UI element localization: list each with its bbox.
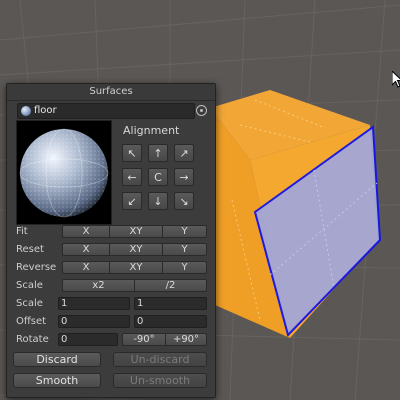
panel-title[interactable]: Surfaces (7, 84, 215, 101)
reset-xy-button[interactable]: XY (109, 243, 163, 256)
discard-button[interactable]: Discard (13, 352, 101, 367)
reset-y-button[interactable]: Y (162, 243, 207, 256)
align-bottom-button[interactable]: ↓ (148, 192, 168, 210)
fit-label: Fit (16, 226, 28, 237)
offset-label: Offset (16, 316, 47, 327)
surfaces-panel: Surfaces floor Alignment ↖ ↑ ↗ ← C → ↙ ↓… (6, 83, 216, 398)
scale-double-button[interactable]: x2 (62, 279, 135, 292)
reverse-y-button[interactable]: Y (162, 261, 207, 274)
mouse-cursor-icon (392, 71, 400, 88)
scale-half-button[interactable]: /2 (134, 279, 207, 292)
offset-x-field[interactable]: 0 (58, 315, 130, 328)
align-top-right-button[interactable]: ↗ (174, 144, 194, 162)
smooth-button[interactable]: Smooth (13, 373, 101, 388)
reverse-x-button[interactable]: X (62, 261, 110, 274)
align-left-button[interactable]: ← (122, 168, 142, 186)
scale-buttons-label: Scale (16, 280, 43, 291)
rotate-label: Rotate (16, 334, 49, 345)
fit-x-button[interactable]: X (62, 225, 110, 238)
scale-x-field[interactable]: 1 (58, 297, 130, 310)
reset-label: Reset (16, 244, 44, 255)
align-bottom-right-button[interactable]: ↘ (174, 192, 194, 210)
material-name: floor (34, 105, 57, 116)
reset-x-button[interactable]: X (62, 243, 110, 256)
material-preview (16, 120, 112, 225)
offset-y-field[interactable]: 0 (134, 315, 207, 328)
rotate-minus-90-button[interactable]: -90° (122, 333, 166, 346)
rotate-field[interactable]: 0 (58, 333, 118, 346)
align-top-left-button[interactable]: ↖ (122, 144, 142, 162)
reverse-xy-button[interactable]: XY (109, 261, 163, 274)
scale-y-field[interactable]: 1 (134, 297, 207, 310)
material-field[interactable]: floor (17, 103, 195, 119)
alignment-label: Alignment (123, 124, 180, 137)
reverse-label: Reverse (16, 262, 57, 273)
align-top-button[interactable]: ↑ (148, 144, 168, 162)
align-center-button[interactable]: C (148, 168, 168, 186)
fit-xy-button[interactable]: XY (109, 225, 163, 238)
undiscard-button[interactable]: Un-discard (113, 352, 207, 367)
align-right-button[interactable]: → (174, 168, 194, 186)
scale-fields-label: Scale (16, 298, 43, 309)
material-sphere-icon (21, 106, 31, 116)
rotate-plus-90-button[interactable]: +90° (165, 333, 207, 346)
fit-y-button[interactable]: Y (162, 225, 207, 238)
object-picker-icon[interactable] (196, 105, 207, 116)
align-bottom-left-button[interactable]: ↙ (122, 192, 142, 210)
unsmooth-button[interactable]: Un-smooth (113, 373, 207, 388)
